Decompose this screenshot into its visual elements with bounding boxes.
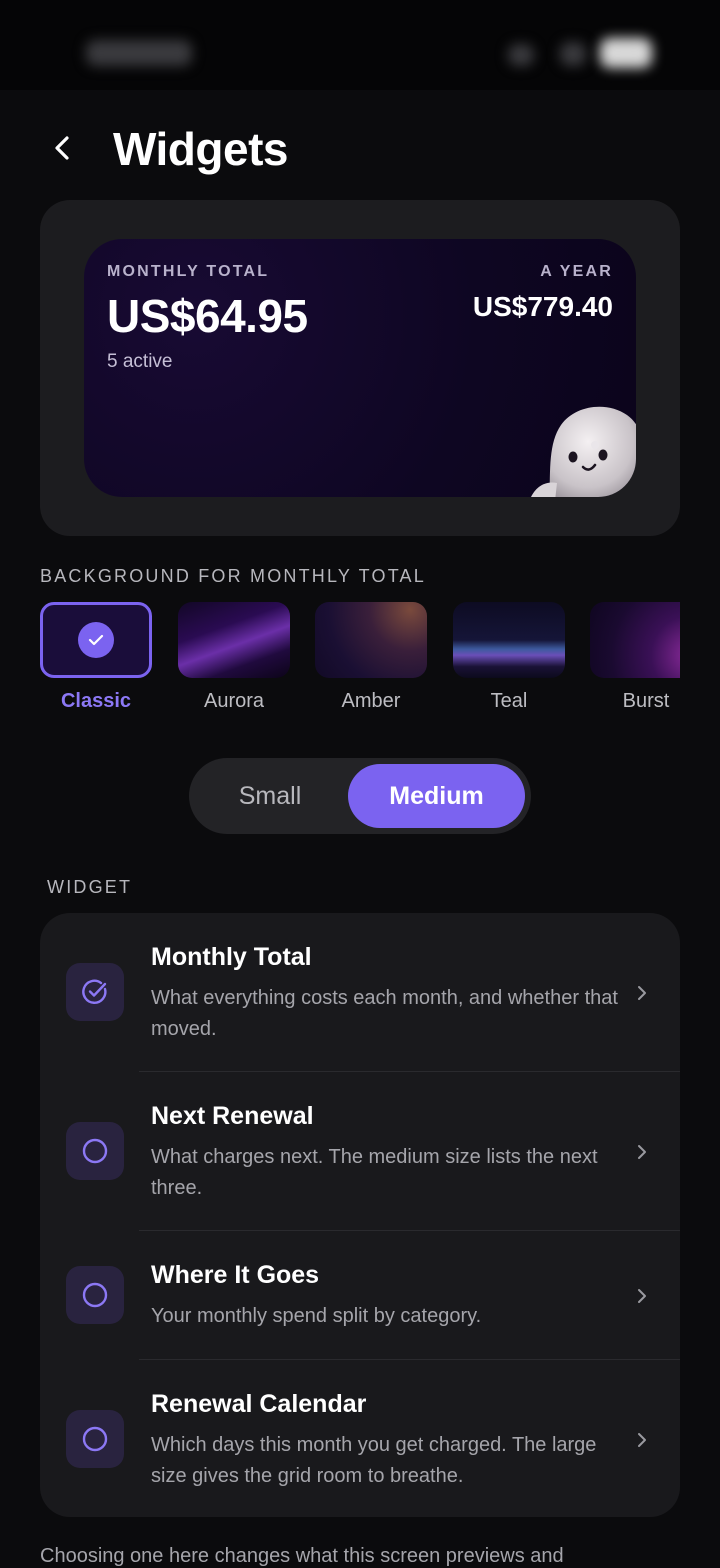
widget-item-monthly-total[interactable]: Monthly Total What everything costs each… — [40, 913, 680, 1071]
year-amount: US$779.40 — [472, 291, 613, 322]
widget-item-title: Renewal Calendar — [151, 1390, 367, 1418]
widget-item-description: What charges next. The medium size lists… — [151, 1146, 598, 1199]
widget-preview-card: MONTHLY TOTAL US$64.95 5 active A YEAR U… — [84, 239, 636, 497]
status-bar-time — [86, 40, 192, 66]
circle-icon — [82, 1282, 108, 1308]
background-name-aurora: Aurora — [203, 690, 265, 712]
circle-icon — [82, 1138, 108, 1164]
check-icon — [78, 622, 114, 658]
background-option-teal[interactable]: Teal — [453, 602, 565, 722]
background-thumb-amber — [315, 602, 427, 678]
chevron-right-icon — [632, 983, 652, 1003]
background-thumb-teal — [453, 602, 565, 678]
background-name-amber: Amber — [341, 690, 401, 712]
status-bar — [0, 0, 720, 90]
back-button[interactable] — [42, 128, 82, 168]
chevron-right-icon — [632, 1430, 652, 1450]
background-name-burst: Burst — [622, 690, 670, 712]
widget-icon-tile — [66, 1410, 124, 1468]
size-toggle: Small Medium — [189, 758, 531, 834]
widget-item-description: Which days this month you get charged. T… — [151, 1434, 597, 1487]
monthly-total-amount: US$64.95 — [107, 290, 308, 342]
widget-item-next-renewal[interactable]: Next Renewal What charges next. The medi… — [40, 1072, 680, 1230]
background-name-classic: Classic — [60, 690, 132, 712]
widget-item-description: What everything costs each month, and wh… — [151, 987, 618, 1040]
background-thumb-burst — [590, 602, 680, 678]
wifi-icon — [560, 42, 586, 66]
background-section-label: BACKGROUND FOR MONTHLY TOTAL — [40, 566, 426, 586]
signal-icon — [508, 44, 534, 66]
ghost-mascot-icon — [531, 406, 636, 497]
widget-icon-tile — [66, 1122, 124, 1180]
widget-list: Monthly Total What everything costs each… — [40, 913, 680, 1517]
chevron-right-icon — [632, 1142, 652, 1162]
widget-item-description: Your monthly spend split by category. — [151, 1305, 482, 1327]
circle-icon — [82, 1426, 108, 1452]
background-name-teal: Teal — [490, 690, 528, 712]
background-option-classic[interactable]: Classic — [40, 602, 152, 722]
background-option-burst[interactable]: Burst — [590, 602, 680, 722]
check-circle-icon — [82, 979, 107, 1004]
footer-text: Choosing one here changes what this scre… — [40, 1545, 564, 1567]
background-thumb-classic — [40, 602, 152, 678]
widget-preview-panel: MONTHLY TOTAL US$64.95 5 active A YEAR U… — [40, 200, 680, 536]
background-thumb-aurora — [178, 602, 290, 678]
battery-icon — [600, 38, 652, 68]
chevron-right-icon — [632, 1286, 652, 1306]
active-count: 5 active — [107, 351, 173, 372]
widget-item-title: Where It Goes — [151, 1261, 320, 1289]
page-title: Widgets — [113, 123, 288, 175]
chevron-left-icon — [55, 136, 69, 160]
background-option-aurora[interactable]: Aurora — [178, 602, 290, 722]
widget-icon-tile — [66, 963, 124, 1021]
widget-section-label: WIDGET — [47, 877, 133, 897]
size-medium-option[interactable]: Medium — [348, 764, 525, 828]
widget-item-where-it-goes[interactable]: Where It Goes Your monthly spend split b… — [40, 1231, 680, 1359]
background-option-amber[interactable]: Amber — [315, 602, 427, 722]
widget-item-title: Next Renewal — [151, 1102, 314, 1130]
year-label: A YEAR — [540, 263, 613, 280]
widget-item-title: Monthly Total — [151, 943, 312, 971]
header: Widgets — [0, 110, 720, 190]
widget-icon-tile — [66, 1266, 124, 1324]
background-picker: Classic Aurora Amber Teal Burst — [40, 602, 680, 722]
size-small-option[interactable]: Small — [195, 764, 345, 828]
widget-item-renewal-calendar[interactable]: Renewal Calendar Which days this month y… — [40, 1360, 680, 1517]
monthly-total-label: MONTHLY TOTAL — [107, 263, 270, 280]
